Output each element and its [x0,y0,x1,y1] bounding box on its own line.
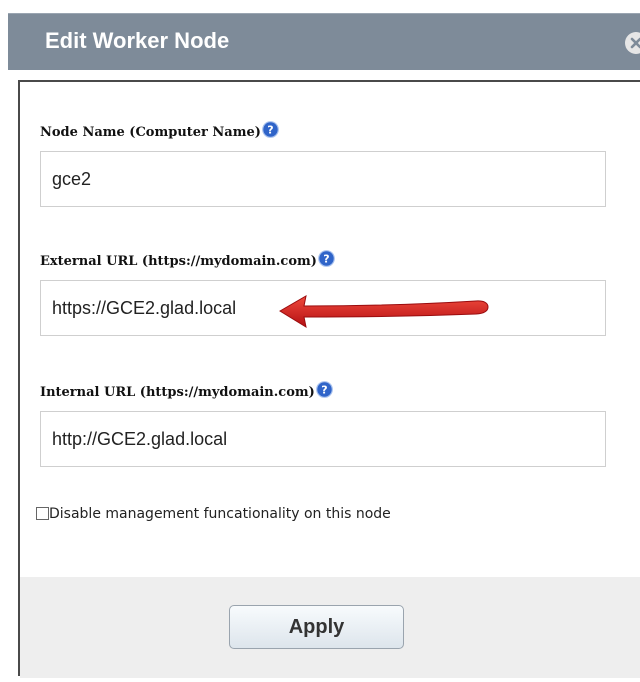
disable-management-checkbox[interactable] [36,507,49,520]
apply-button[interactable]: Apply [229,605,404,649]
dialog-titlebar: Edit Worker Node [8,13,640,70]
svg-text:?: ? [267,124,273,137]
annotation-arrow-icon [279,295,489,329]
external-url-label: External URL (https://mydomain.com)? [40,250,335,269]
disable-management-label: Disable management funcationality on thi… [49,506,391,522]
svg-text:?: ? [323,253,329,266]
svg-text:?: ? [321,384,327,397]
help-icon[interactable]: ? [262,121,279,138]
node-name-label: Node Name (Computer Name)? [40,121,279,140]
node-name-input[interactable]: gce2 [40,151,606,207]
disable-management-option[interactable]: Disable management funcationality on thi… [36,506,391,522]
dialog-title: Edit Worker Node [45,28,230,53]
help-icon[interactable]: ? [318,250,335,267]
dialog-footer: Apply [20,577,640,678]
internal-url-input[interactable]: http://GCE2.glad.local [40,411,606,467]
close-icon[interactable] [625,32,640,54]
help-icon[interactable]: ? [315,381,333,398]
edit-worker-node-dialog: Node Name (Computer Name)? gce2 External… [18,80,640,678]
internal-url-label: Internal URL (https://mydomain.com)? [40,381,333,400]
